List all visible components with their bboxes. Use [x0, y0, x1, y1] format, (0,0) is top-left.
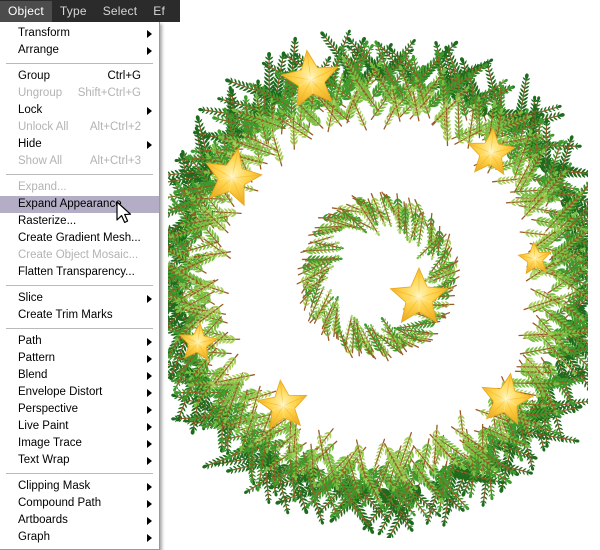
menu-separator	[6, 174, 153, 175]
menu-item-blend[interactable]: Blend	[0, 367, 159, 384]
menu-item-compound-path[interactable]: Compound Path	[0, 495, 159, 512]
submenu-arrow-icon	[147, 456, 152, 465]
menu-item-label: Artboards	[18, 514, 68, 526]
submenu-arrow-icon	[147, 371, 152, 380]
menu-item-group[interactable]: Group Ctrl+G	[0, 68, 159, 85]
menu-item-create-gradient-mesh[interactable]: Create Gradient Mesh...	[0, 230, 159, 247]
menu-separator	[6, 63, 153, 64]
submenu-arrow-icon	[147, 499, 152, 508]
menu-item-lock[interactable]: Lock	[0, 102, 159, 119]
menu-item-label: Image Trace	[18, 437, 82, 449]
menu-item-live-paint[interactable]: Live Paint	[0, 418, 159, 435]
menu-item-expand-appearance[interactable]: Expand Appearance	[0, 196, 159, 213]
menu-item-label: Hide	[18, 138, 42, 150]
submenu-arrow-icon	[147, 294, 152, 303]
submenu-arrow-icon	[147, 106, 152, 115]
menu-separator	[6, 328, 153, 329]
menu-item-label: Transform	[18, 27, 70, 39]
menu-item-shortcut: Alt+Ctrl+3	[89, 155, 141, 167]
menu-item-label: Create Gradient Mesh...	[18, 232, 141, 244]
menu-item-label: Ungroup	[18, 87, 63, 99]
submenu-arrow-icon	[147, 439, 152, 448]
submenu-arrow-icon	[147, 29, 152, 38]
menu-item-label: Blend	[18, 369, 48, 381]
menu-item-artboards[interactable]: Artboards	[0, 512, 159, 529]
menu-item-label: Compound Path	[18, 497, 102, 509]
menu-item-perspective[interactable]: Perspective	[0, 401, 159, 418]
wreath-vector-graphic	[130, 29, 600, 541]
menu-item-hide[interactable]: Hide	[0, 136, 159, 153]
menu-item-label: Pattern	[18, 352, 56, 364]
menu-item-ungroup: Ungroup Shift+Ctrl+G	[0, 85, 159, 102]
submenu-arrow-icon	[147, 482, 152, 491]
submenu-arrow-icon	[147, 405, 152, 414]
menu-item-image-trace[interactable]: Image Trace	[0, 435, 159, 452]
christmas-wreath-artwork[interactable]	[130, 18, 600, 541]
menu-item-slice[interactable]: Slice	[0, 290, 159, 307]
menu-item-rasterize[interactable]: Rasterize...	[0, 213, 159, 230]
object-dropdown-menu[interactable]: Transform Arrange Group Ctrl+G Ungroup Shift+…	[0, 22, 160, 550]
menu-item-label: Rasterize...	[18, 215, 77, 227]
submenu-arrow-icon	[147, 354, 152, 363]
application-menu-bar[interactable]: Object Type Select Ef	[0, 0, 180, 22]
menu-item-label: Unlock All	[18, 121, 69, 133]
menu-item-transform[interactable]: Transform	[0, 25, 159, 42]
menu-item-shortcut: Ctrl+G	[107, 70, 141, 82]
menu-item-label: Clipping Mask	[18, 480, 91, 492]
menubar-item-effect[interactable]: Ef	[145, 1, 173, 22]
menu-item-label: Create Trim Marks	[18, 309, 113, 321]
menu-item-shortcut: Shift+Ctrl+G	[77, 87, 141, 99]
submenu-arrow-icon	[147, 388, 152, 397]
menu-item-flatten-transparency[interactable]: Flatten Transparency...	[0, 264, 159, 281]
menu-item-label: Graph	[18, 531, 50, 543]
menu-item-shortcut: Alt+Ctrl+2	[89, 121, 141, 133]
menu-item-label: Path	[18, 335, 42, 347]
menu-separator	[6, 473, 153, 474]
menu-item-text-wrap[interactable]: Text Wrap	[0, 452, 159, 469]
menu-item-clipping-mask[interactable]: Clipping Mask	[0, 478, 159, 495]
menu-item-arrange[interactable]: Arrange	[0, 42, 159, 59]
menu-item-label: Show All	[18, 155, 63, 167]
menu-item-label: Text Wrap	[18, 454, 70, 466]
menu-item-label: Expand Appearance	[18, 198, 122, 210]
menu-item-label: Envelope Distort	[18, 386, 103, 398]
menu-item-label: Create Object Mosaic...	[18, 249, 139, 261]
screenshot-root: Object Type Select Ef Transform Arrange Gr…	[0, 0, 600, 550]
menu-item-label: Perspective	[18, 403, 79, 415]
menu-item-label: Flatten Transparency...	[18, 266, 135, 278]
submenu-arrow-icon	[147, 533, 152, 542]
menu-item-pattern[interactable]: Pattern	[0, 350, 159, 367]
menubar-item-object[interactable]: Object	[0, 0, 52, 22]
menu-item-create-object-mosaic: Create Object Mosaic...	[0, 247, 159, 264]
menu-item-create-trim-marks[interactable]: Create Trim Marks	[0, 307, 159, 324]
menu-item-graph[interactable]: Graph	[0, 529, 159, 546]
menubar-item-select[interactable]: Select	[95, 1, 146, 22]
menu-item-envelope-distort[interactable]: Envelope Distort	[0, 384, 159, 401]
submenu-arrow-icon	[147, 46, 152, 55]
menubar-item-type[interactable]: Type	[52, 1, 95, 22]
menu-item-unlock-all: Unlock All Alt+Ctrl+2	[0, 119, 159, 136]
submenu-arrow-icon	[147, 422, 152, 431]
menu-item-label: Expand...	[18, 181, 67, 193]
menu-item-label: Lock	[18, 104, 43, 116]
menu-item-label: Live Paint	[18, 420, 69, 432]
menu-separator	[6, 285, 153, 286]
menu-item-label: Group	[18, 70, 50, 82]
menu-item-show-all: Show All Alt+Ctrl+3	[0, 153, 159, 170]
menu-item-label: Slice	[18, 292, 43, 304]
menu-item-path[interactable]: Path	[0, 333, 159, 350]
menu-item-expand: Expand...	[0, 179, 159, 196]
submenu-arrow-icon	[147, 516, 152, 525]
submenu-arrow-icon	[147, 140, 152, 149]
menu-item-label: Arrange	[18, 44, 59, 56]
submenu-arrow-icon	[147, 337, 152, 346]
